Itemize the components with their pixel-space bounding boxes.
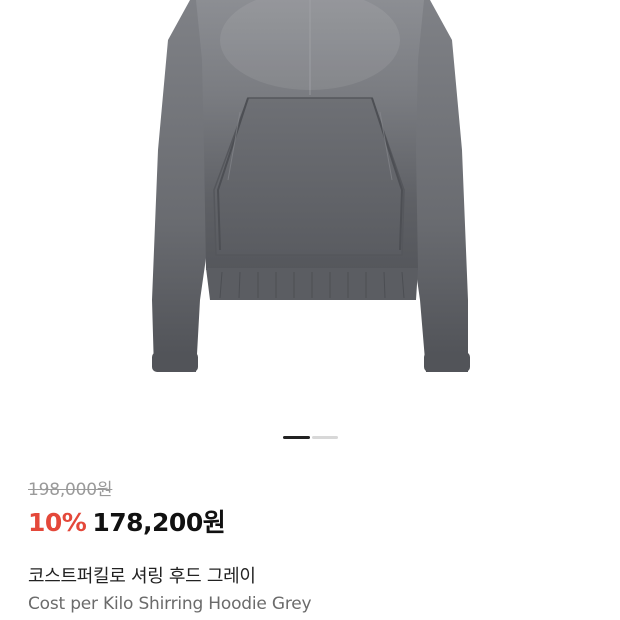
right-cuff [424,352,470,372]
product-image[interactable] [0,0,620,420]
discount-rate: 10% [28,508,87,537]
carousel-pager[interactable] [283,436,338,439]
pager-dot-inactive[interactable] [312,436,338,439]
price-row: 10% 178,200원 [28,503,226,539]
original-price: 198,000원 [28,480,113,500]
sale-price: 178,200원 [92,508,226,537]
product-name-korean: 코스트퍼킬로 셔링 후드 그레이 [28,566,256,587]
product-name-english: Cost per Kilo Shirring Hoodie Grey [28,594,312,614]
pager-dot-active[interactable] [283,436,310,439]
hoodie-illustration [152,0,470,372]
kangaroo-pocket [213,97,405,256]
left-cuff [152,352,198,372]
